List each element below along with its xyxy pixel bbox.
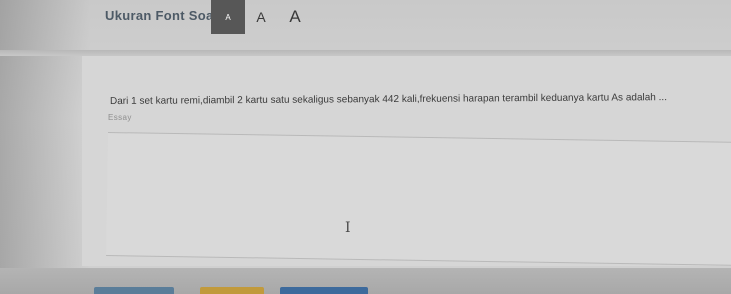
font-size-label: Ukuran Font Soal: (105, 8, 223, 23)
text-cursor-icon: I (345, 220, 351, 236)
exam-screen: Ukuran Font Soal: A A A Dari 1 set kartu… (0, 0, 731, 294)
font-size-toolbar: Ukuran Font Soal: A A A (0, 0, 731, 40)
essay-answer-textarea[interactable] (106, 132, 731, 267)
font-size-large-button[interactable]: A (284, 0, 306, 34)
next-question-button[interactable] (280, 287, 368, 294)
left-shadow (0, 0, 90, 294)
font-size-medium-button[interactable]: A (250, 0, 272, 34)
question-type-label: Essay (108, 113, 132, 122)
font-size-small-button[interactable]: A (211, 0, 245, 34)
previous-question-button[interactable] (94, 287, 174, 294)
mark-doubt-button[interactable] (200, 287, 264, 294)
